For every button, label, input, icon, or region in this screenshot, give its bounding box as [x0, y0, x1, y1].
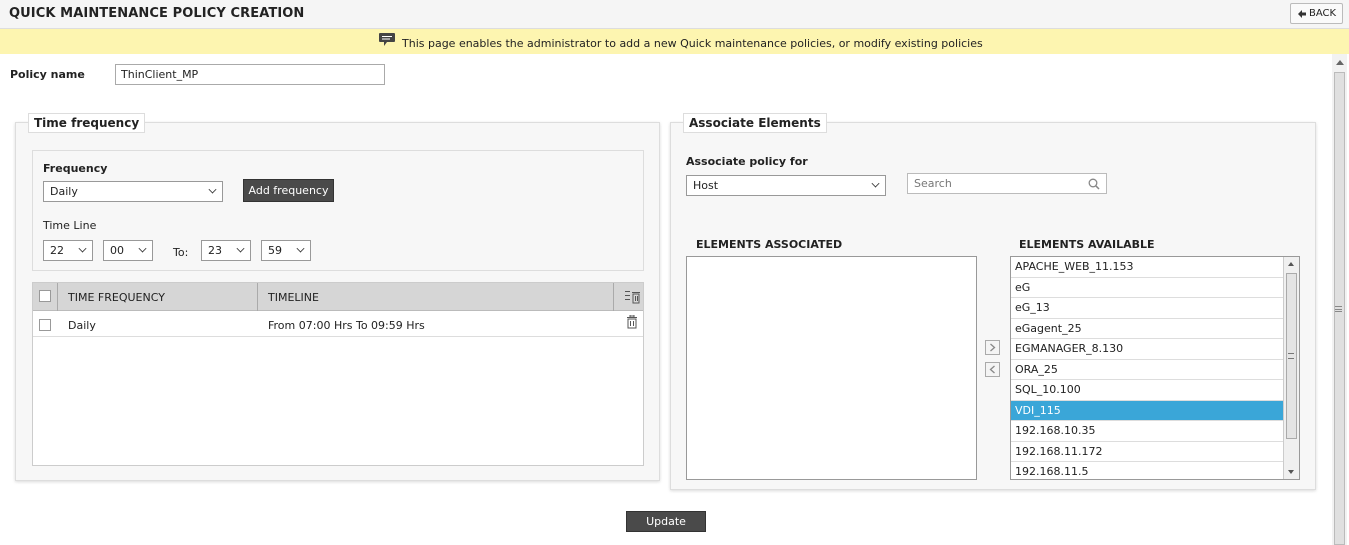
- from-hour-select[interactable]: 22: [43, 240, 93, 261]
- associate-policy-for-label: Associate policy for: [686, 155, 808, 168]
- grip-icon: [1288, 353, 1294, 359]
- chevron-right-icon: [990, 343, 996, 352]
- search-placeholder: Search: [914, 177, 952, 190]
- list-item[interactable]: APACHE_WEB_11.153: [1011, 257, 1283, 278]
- scroll-up-icon[interactable]: [1288, 262, 1294, 266]
- chevron-down-icon: [208, 185, 217, 194]
- page-scrollbar[interactable]: [1332, 54, 1347, 545]
- info-message: This page enables the administrator to a…: [402, 37, 983, 50]
- elements-associated-header: ELEMENTS ASSOCIATED: [696, 238, 843, 251]
- list-item[interactable]: ORA_25: [1011, 360, 1283, 380]
- to-minute-select[interactable]: 59: [261, 240, 311, 261]
- list-item[interactable]: 192.168.10.35: [1011, 421, 1283, 442]
- chevron-left-icon: [989, 365, 995, 374]
- time-frequency-panel: Time frequency Frequency Daily Add frequ…: [15, 113, 660, 481]
- table-header: TIME FREQUENCY TIMELINE: [33, 283, 643, 311]
- move-left-button[interactable]: [985, 362, 1000, 377]
- list-item[interactable]: eG: [1011, 278, 1283, 298]
- frequency-select-value: Daily: [50, 185, 78, 198]
- frequency-select[interactable]: Daily: [43, 181, 223, 202]
- update-button[interactable]: Update: [626, 511, 706, 532]
- list-item[interactable]: eG_13: [1011, 298, 1283, 319]
- back-button[interactable]: BACK: [1290, 3, 1343, 24]
- search-icon[interactable]: [1088, 178, 1100, 190]
- add-frequency-button[interactable]: Add frequency: [243, 179, 334, 202]
- chevron-down-icon: [236, 244, 245, 253]
- frequency-label: Frequency: [43, 162, 108, 175]
- associate-policy-for-value: Host: [693, 179, 719, 192]
- row-checkbox[interactable]: [39, 319, 51, 331]
- chevron-down-icon: [871, 179, 880, 188]
- row-timeline: From 07:00 Hrs To 09:59 Hrs: [268, 319, 425, 332]
- associate-elements-legend: Associate Elements: [683, 113, 827, 133]
- elements-available-list[interactable]: 192.168.11.5 192.168.11.172 192.168.10.35 V…: [1010, 256, 1300, 480]
- frequency-table: TIME FREQUENCY TIMELINE Daily From 07:00…: [32, 282, 644, 466]
- list-item[interactable]: VDI_115: [1011, 400, 1283, 421]
- policy-name-label: Policy name: [10, 68, 85, 81]
- chevron-down-icon: [138, 244, 147, 253]
- header-timeline[interactable]: TIMELINE: [268, 291, 319, 304]
- to-label: To:: [173, 246, 189, 259]
- policy-name-input[interactable]: [115, 64, 385, 85]
- scroll-up-icon[interactable]: [1336, 60, 1344, 65]
- chevron-down-icon: [78, 244, 87, 253]
- move-right-button[interactable]: [985, 340, 1000, 355]
- column-divider: [57, 283, 58, 311]
- column-divider: [257, 283, 258, 311]
- elements-associated-list[interactable]: [686, 256, 977, 480]
- grip-icon: [1335, 306, 1342, 312]
- to-hour-select[interactable]: 23: [201, 240, 251, 261]
- speech-bubble-icon: [379, 33, 395, 46]
- frequency-box: Frequency Daily Add frequency Time Line …: [32, 150, 644, 271]
- from-hour-value: 22: [50, 244, 64, 257]
- time-frequency-legend: Time frequency: [28, 113, 146, 133]
- chevron-down-icon: [296, 244, 305, 253]
- associate-elements-panel: Associate Elements Associate policy for …: [670, 113, 1316, 490]
- list-item[interactable]: 192.168.11.5: [1011, 462, 1283, 479]
- from-minute-value: 00: [110, 244, 124, 257]
- select-all-checkbox[interactable]: [39, 290, 51, 302]
- back-label: BACK: [1308, 8, 1337, 19]
- list-scrollbar[interactable]: [1283, 257, 1299, 479]
- list-item[interactable]: EGMANAGER_8.130: [1011, 339, 1283, 360]
- title-bar: QUICK MAINTENANCE POLICY CREATION BACK: [0, 0, 1349, 29]
- trash-icon[interactable]: [626, 315, 638, 329]
- from-minute-select[interactable]: 00: [103, 240, 153, 261]
- info-bar: This page enables the administrator to a…: [0, 29, 1349, 54]
- page-title: QUICK MAINTENANCE POLICY CREATION: [9, 6, 305, 21]
- column-divider: [613, 283, 614, 311]
- timeline-label: Time Line: [43, 219, 97, 232]
- elements-available-header: ELEMENTS AVAILABLE: [1019, 238, 1155, 251]
- list-item[interactable]: SQL_10.100: [1011, 380, 1283, 401]
- list-item[interactable]: 192.168.11.172: [1011, 442, 1283, 462]
- search-input[interactable]: Search: [907, 173, 1107, 194]
- table-row[interactable]: Daily From 07:00 Hrs To 09:59 Hrs: [33, 312, 643, 337]
- header-time-frequency[interactable]: TIME FREQUENCY: [68, 291, 165, 304]
- to-hour-value: 23: [208, 244, 222, 257]
- list-item[interactable]: eGagent_25: [1011, 319, 1283, 339]
- scroll-down-icon[interactable]: [1288, 470, 1294, 474]
- associate-policy-for-select[interactable]: Host: [686, 175, 886, 196]
- row-frequency: Daily: [68, 319, 96, 332]
- to-minute-value: 59: [268, 244, 282, 257]
- bulk-delete-icon[interactable]: [625, 290, 641, 304]
- back-arrow-icon: [1297, 9, 1306, 18]
